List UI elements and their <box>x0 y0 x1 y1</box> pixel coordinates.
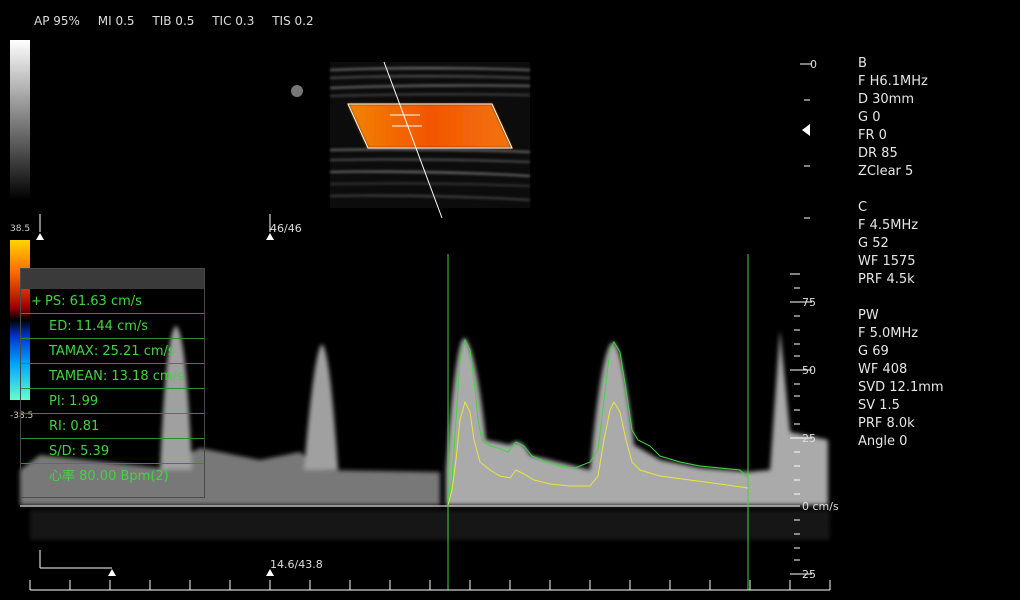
b-depth: D 30mm <box>858 92 915 107</box>
pw-prf: PRF 8.0k <box>858 416 915 431</box>
measure-cursor-icon: + <box>31 294 42 309</box>
velocity-label-25: 25 <box>802 432 816 445</box>
b-frame-rate: FR 0 <box>858 128 887 143</box>
pw-mode-title: PW <box>858 308 879 323</box>
orientation-marker <box>291 85 303 97</box>
measurement-panel-header[interactable] <box>21 269 204 289</box>
measure-tamean[interactable]: TAMEAN: 13.18 cm/s <box>21 364 204 389</box>
time-axis <box>29 580 831 591</box>
b-gain: G 0 <box>858 110 881 125</box>
pw-frequency: F 5.0MHz <box>858 326 919 341</box>
velocity-label-zero: 0 cm/s <box>802 500 839 513</box>
measurement-results-panel[interactable]: + PS: 61.63 cm/s ED: 11.44 cm/s TAMAX: 25… <box>20 268 205 498</box>
pw-svd: SVD 12.1mm <box>858 380 944 395</box>
measure-ps[interactable]: + PS: 61.63 cm/s <box>21 289 204 314</box>
measure-ps-text: PS: 61.63 cm/s <box>45 294 142 309</box>
velocity-label-50: 50 <box>802 364 816 377</box>
measure-pi[interactable]: PI: 1.99 <box>21 389 204 414</box>
c-frequency: F 4.5MHz <box>858 218 919 233</box>
color-mode-params: C F 4.5MHz G 52 WF 1575 PRF 4.5k <box>858 199 944 289</box>
b-mode-params: B F H6.1MHz D 30mm G 0 FR 0 DR 85 ZClear… <box>858 55 944 181</box>
b-mode-image <box>291 61 531 219</box>
c-mode-title: C <box>858 200 868 215</box>
depth-zero-label: 0 <box>810 58 817 71</box>
pw-angle: Angle 0 <box>858 434 908 449</box>
b-dynamic-range: DR 85 <box>858 146 898 161</box>
velocity-label-neg25: 25 <box>802 568 816 581</box>
color-flow-region <box>348 104 512 148</box>
measure-ed[interactable]: ED: 11.44 cm/s <box>21 314 204 339</box>
c-gain: G 52 <box>858 236 889 251</box>
measure-sd[interactable]: S/D: 5.39 <box>21 439 204 464</box>
frame-counter: 46/46 <box>270 222 302 235</box>
depth-scale <box>800 63 812 219</box>
b-zclear: ZClear 5 <box>858 164 914 179</box>
velocity-label-75: 75 <box>802 296 816 309</box>
measure-heart-rate[interactable]: 心率 80.00 Bpm(2) <box>21 464 204 489</box>
pw-mode-params: PW F 5.0MHz G 69 WF 408 SVD 12.1mm SV 1.… <box>858 307 944 451</box>
c-wall-filter: WF 1575 <box>858 254 916 269</box>
c-prf: PRF 4.5k <box>858 272 915 287</box>
pw-sample-volume: SV 1.5 <box>858 398 900 413</box>
sweep-time: 14.6/43.8 <box>270 558 323 571</box>
measure-tamax[interactable]: TAMAX: 25.21 cm/s <box>21 339 204 364</box>
b-frequency: F H6.1MHz <box>858 74 928 89</box>
pw-wall-filter: WF 408 <box>858 362 908 377</box>
measure-ri[interactable]: RI: 0.81 <box>21 414 204 439</box>
imaging-parameters: B F H6.1MHz D 30mm G 0 FR 0 DR 85 ZClear… <box>858 55 944 469</box>
pw-gain: G 69 <box>858 344 889 359</box>
b-mode-title: B <box>858 56 867 71</box>
